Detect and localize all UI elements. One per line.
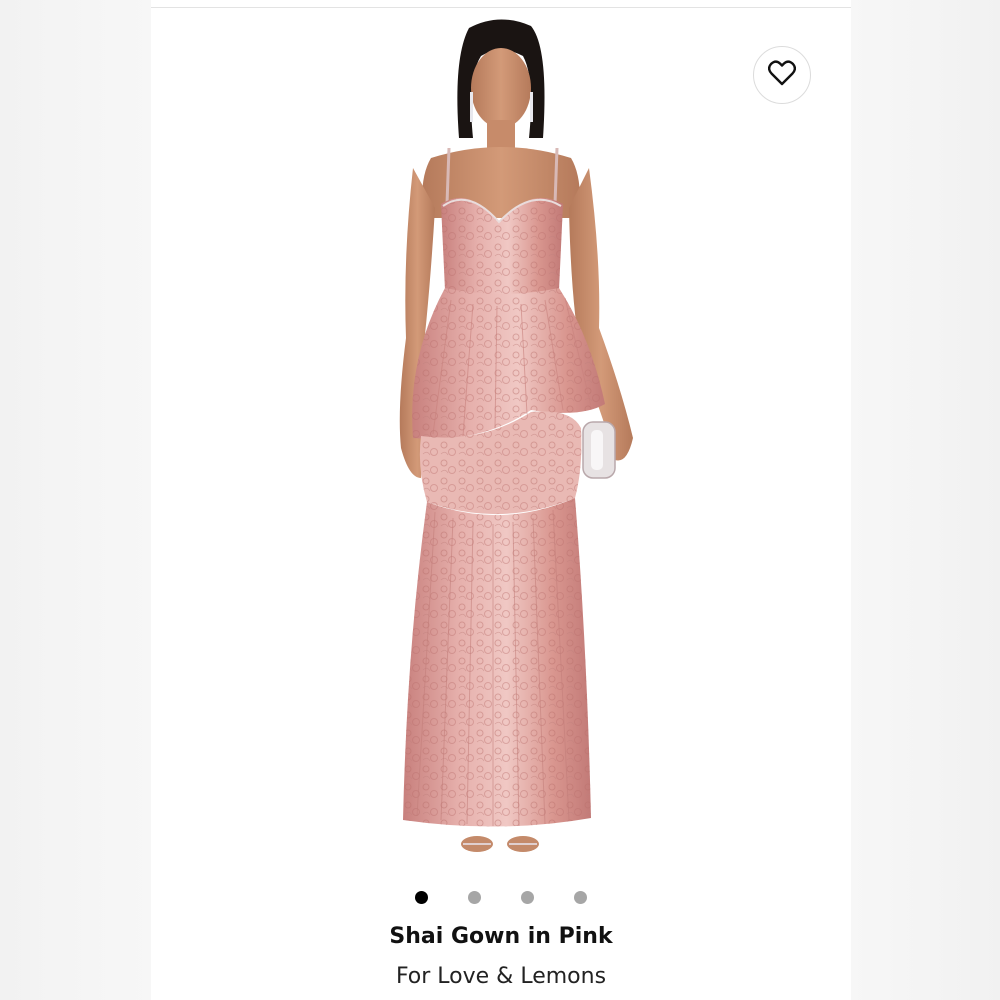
model-illustration: [399, 19, 633, 852]
heart-icon: [767, 60, 797, 90]
carousel-dot-2[interactable]: [468, 890, 481, 904]
product-title[interactable]: Shai Gown in Pink: [151, 924, 851, 949]
product-card: Shai Gown in Pink For Love & Lemons: [151, 0, 851, 1000]
product-brand[interactable]: For Love & Lemons: [151, 964, 851, 989]
carousel-dot-3[interactable]: [521, 890, 534, 904]
background-left: [0, 0, 151, 1000]
carousel-dot-4[interactable]: [574, 890, 587, 904]
carousel-dot-1[interactable]: [415, 890, 428, 904]
image-carousel-dots: [151, 889, 851, 905]
favorite-button[interactable]: [753, 46, 811, 104]
background-right: [851, 0, 1000, 1000]
product-image[interactable]: [151, 8, 851, 870]
